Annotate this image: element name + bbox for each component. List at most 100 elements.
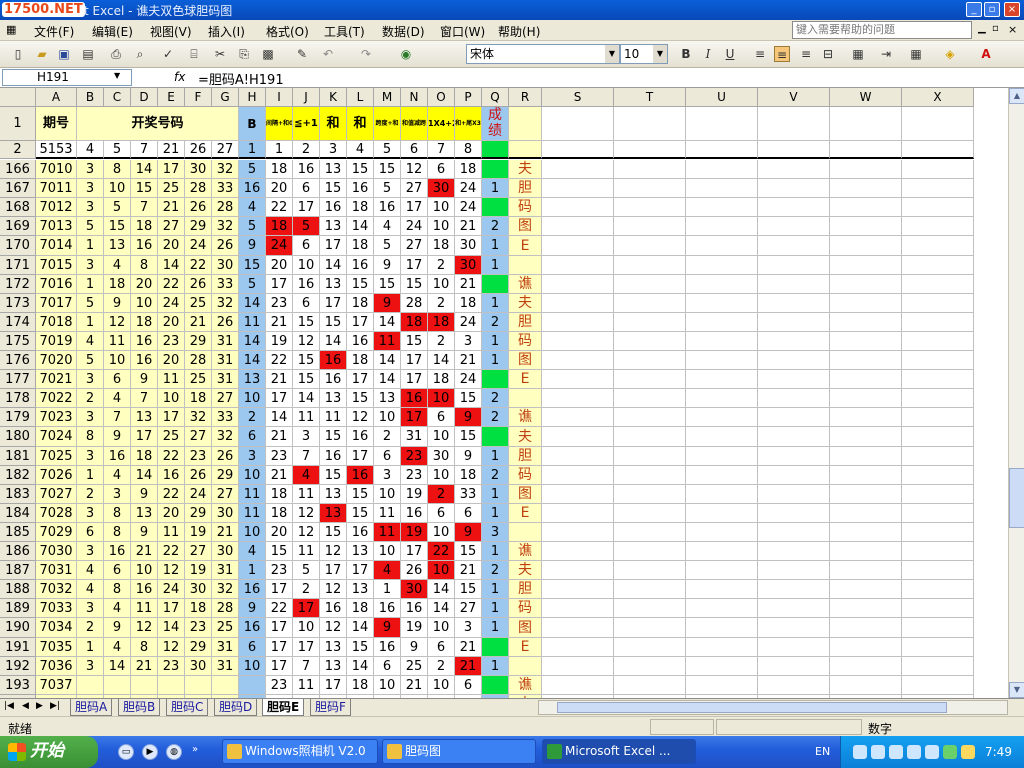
data-cell[interactable]: 24 <box>401 217 428 236</box>
data-cell[interactable]: 3 <box>77 504 104 523</box>
data-cell[interactable]: 7037 <box>36 676 77 695</box>
data-cell[interactable]: 16 <box>401 504 428 523</box>
empty-cell[interactable] <box>542 618 614 638</box>
data-cell[interactable]: 5 <box>77 294 104 313</box>
score-cell[interactable] <box>482 676 509 695</box>
row-header[interactable]: 176 <box>0 351 36 370</box>
label-cell[interactable]: 图 <box>509 217 542 236</box>
data-cell[interactable]: 6 <box>428 504 455 523</box>
empty-cell[interactable] <box>830 160 902 179</box>
data-cell[interactable]: 13 <box>131 504 158 523</box>
indent-icon[interactable]: ⇥ <box>878 46 894 62</box>
currency-icon[interactable]: ▦ <box>850 46 866 62</box>
close-button[interactable]: × <box>1004 2 1020 17</box>
empty-cell[interactable] <box>830 332 902 351</box>
empty-cell[interactable] <box>614 351 686 370</box>
empty-cell[interactable] <box>686 504 758 523</box>
empty-cell[interactable] <box>830 179 902 198</box>
data-cell[interactable]: 7035 <box>36 638 77 657</box>
data-cell[interactable]: 9 <box>131 523 158 542</box>
data-cell[interactable]: 16 <box>104 447 131 466</box>
data-cell[interactable]: 1 <box>239 561 266 580</box>
empty-cell[interactable] <box>686 275 758 294</box>
data-cell[interactable]: 11 <box>239 504 266 523</box>
empty-cell[interactable] <box>902 466 974 485</box>
data-cell[interactable]: 6 <box>239 427 266 447</box>
empty-cell[interactable] <box>542 599 614 618</box>
data-cell[interactable]: 16 <box>320 599 347 618</box>
data-cell[interactable]: 18 <box>185 599 212 618</box>
label-cell[interactable]: 码 <box>509 198 542 217</box>
data-cell[interactable]: 26 <box>401 561 428 580</box>
data-cell[interactable]: 21 <box>266 427 293 447</box>
data-cell[interactable]: 2 <box>77 485 104 504</box>
row-header[interactable]: 185 <box>0 523 36 542</box>
data-cell[interactable]: 3 <box>77 370 104 389</box>
data-cell[interactable]: 17 <box>401 351 428 370</box>
font-size-select[interactable]: 10 ▼ <box>620 44 668 64</box>
data-cell[interactable]: 15 <box>131 179 158 198</box>
data-cell[interactable]: 7 <box>131 389 158 408</box>
data-cell[interactable]: 14 <box>131 466 158 485</box>
data-cell[interactable]: 16 <box>239 179 266 198</box>
empty-cell[interactable] <box>686 580 758 599</box>
data-cell[interactable]: 14 <box>374 370 401 389</box>
empty-cell[interactable] <box>614 427 686 447</box>
empty-cell[interactable] <box>542 447 614 466</box>
data-cell[interactable]: 4 <box>77 141 104 159</box>
browser-icon[interactable]: ◍ <box>166 744 182 760</box>
empty-cell[interactable] <box>542 198 614 217</box>
data-cell[interactable]: 32 <box>212 427 239 447</box>
data-cell[interactable]: 17 <box>320 561 347 580</box>
empty-cell[interactable] <box>902 275 974 294</box>
empty-cell[interactable] <box>830 580 902 599</box>
data-cell[interactable]: 15 <box>455 389 482 408</box>
data-cell[interactable]: 15 <box>347 638 374 657</box>
empty-cell[interactable] <box>542 466 614 485</box>
empty-cell[interactable] <box>614 107 686 141</box>
empty-cell[interactable] <box>758 275 830 294</box>
scroll-thumb[interactable] <box>1009 468 1024 528</box>
data-cell[interactable]: 3 <box>77 657 104 676</box>
data-cell[interactable]: 22 <box>428 542 455 561</box>
data-cell[interactable]: 20 <box>131 275 158 294</box>
data-cell[interactable]: 29 <box>212 466 239 485</box>
score-cell[interactable]: 2 <box>482 466 509 485</box>
score-cell[interactable]: 1 <box>482 332 509 351</box>
data-cell[interactable]: 6 <box>428 160 455 179</box>
data-cell[interactable]: 17 <box>320 236 347 256</box>
empty-cell[interactable] <box>542 351 614 370</box>
data-cell[interactable]: 32 <box>212 580 239 599</box>
data-cell[interactable]: 30 <box>212 256 239 275</box>
data-cell[interactable]: 19 <box>401 523 428 542</box>
column-header[interactable]: C <box>104 88 131 107</box>
task-excel[interactable]: Microsoft Excel ... <box>542 739 696 764</box>
data-cell[interactable]: 15 <box>347 275 374 294</box>
data-cell[interactable]: 3 <box>104 485 131 504</box>
empty-cell[interactable] <box>902 294 974 313</box>
empty-cell[interactable] <box>758 542 830 561</box>
data-cell[interactable]: 31 <box>212 638 239 657</box>
row-header[interactable]: 180 <box>0 427 36 447</box>
data-cell[interactable]: 17 <box>266 580 293 599</box>
data-cell[interactable]: 13 <box>320 217 347 236</box>
data-cell[interactable]: 17 <box>401 408 428 427</box>
data-cell[interactable]: 7012 <box>36 198 77 217</box>
data-cell[interactable]: 21 <box>401 676 428 695</box>
data-cell[interactable]: 27 <box>212 485 239 504</box>
empty-cell[interactable] <box>902 351 974 370</box>
bold-button[interactable]: B <box>678 46 694 62</box>
data-cell[interactable]: 33 <box>212 275 239 294</box>
score-cell[interactable]: 1 <box>482 236 509 256</box>
score-cell[interactable] <box>482 275 509 294</box>
data-cell[interactable]: 15 <box>347 504 374 523</box>
data-cell[interactable]: 7 <box>293 657 320 676</box>
data-cell[interactable]: 17 <box>320 294 347 313</box>
empty-cell[interactable] <box>758 389 830 408</box>
data-cell[interactable]: 30 <box>428 447 455 466</box>
header-cell[interactable]: 和+尾X3 <box>455 107 482 141</box>
empty-cell[interactable] <box>542 657 614 676</box>
data-cell[interactable]: 30 <box>185 657 212 676</box>
data-cell[interactable]: 16 <box>320 198 347 217</box>
label-cell[interactable]: 码 <box>509 599 542 618</box>
